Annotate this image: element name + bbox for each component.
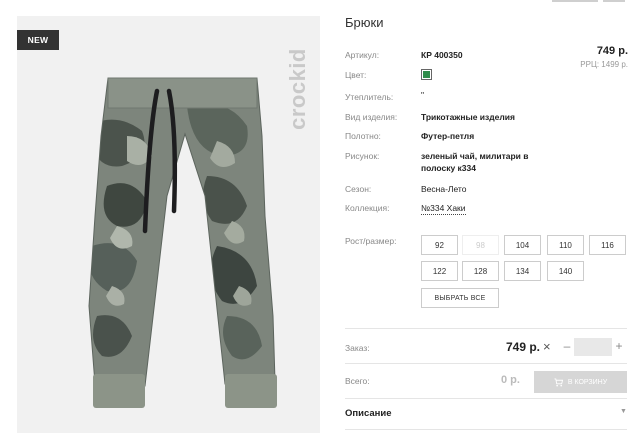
increase-quantity-button[interactable]: + [614,339,624,353]
divider [345,328,627,329]
pattern-value-line2: полоску к334 [421,163,476,173]
fabric-value: Футер-петля [421,131,475,141]
divider [345,363,627,364]
recommended-price: РРЦ: 1499 р. [580,60,628,69]
brand-logo-text: crockid [285,48,310,130]
product-type-value: Трикотажные изделия [421,112,515,122]
select-all-button[interactable]: ВЫБРАТЬ ВСЕ [421,288,499,308]
top-edge-stub [603,0,625,2]
top-edge-stub [552,0,598,2]
size-option-128[interactable]: 128 [462,261,499,281]
color-swatch[interactable] [421,69,432,80]
decrease-quantity-button[interactable]: – [562,339,572,353]
order-label: Заказ: [345,343,370,353]
order-price: 749 р. [506,340,541,354]
size-option-104[interactable]: 104 [504,235,541,255]
product-title: Брюки [345,15,384,30]
fabric-label: Полотно: [345,131,381,141]
size-label: Рост/размер: [345,236,397,246]
quantity-input[interactable] [574,338,612,356]
insulation-value: " [421,90,425,100]
color-swatch-fill [423,71,430,78]
size-option-116[interactable]: 116 [589,235,626,255]
size-option-110[interactable]: 110 [547,235,584,255]
collection-link-text[interactable]: №334 Хаки [421,203,466,215]
size-option-140[interactable]: 140 [547,261,584,281]
product-price: 749 р. [596,45,628,57]
brand-logo: crockid [283,24,313,154]
description-toggle[interactable]: Описание [345,408,392,419]
article-label: Артикул: [345,50,380,60]
collection-link[interactable]: №334 Хаки [421,203,466,215]
color-label: Цвет: [345,70,367,80]
divider [345,398,627,399]
clear-order-icon[interactable]: × [543,339,551,354]
cart-icon [554,377,563,386]
pattern-label: Рисунок: [345,151,380,161]
product-type-label: Вид изделия: [345,112,398,122]
collection-label: Коллекция: [345,203,390,213]
divider [345,429,627,430]
article-value: КР 400350 [421,50,463,60]
size-option-92[interactable]: 92 [421,235,458,255]
chevron-down-icon[interactable]: ▼ [620,408,627,415]
new-badge: NEW [17,30,59,50]
total-label: Всего: [345,376,370,386]
add-to-cart-label: В КОРЗИНУ [567,378,608,386]
add-to-cart-button[interactable]: В КОРЗИНУ [534,371,627,393]
total-value: 0 р. [501,374,520,386]
season-label: Сезон: [345,184,372,194]
pattern-value-line1: зеленый чай, милитари в [421,151,529,161]
pants-illustration [88,77,277,408]
size-option-134[interactable]: 134 [504,261,541,281]
product-image[interactable]: NEW crockid [17,16,320,433]
insulation-label: Утеплитель: [345,92,394,102]
size-option-98[interactable]: 98 [462,235,499,255]
size-option-122[interactable]: 122 [421,261,458,281]
season-value: Весна-Лето [421,184,467,194]
